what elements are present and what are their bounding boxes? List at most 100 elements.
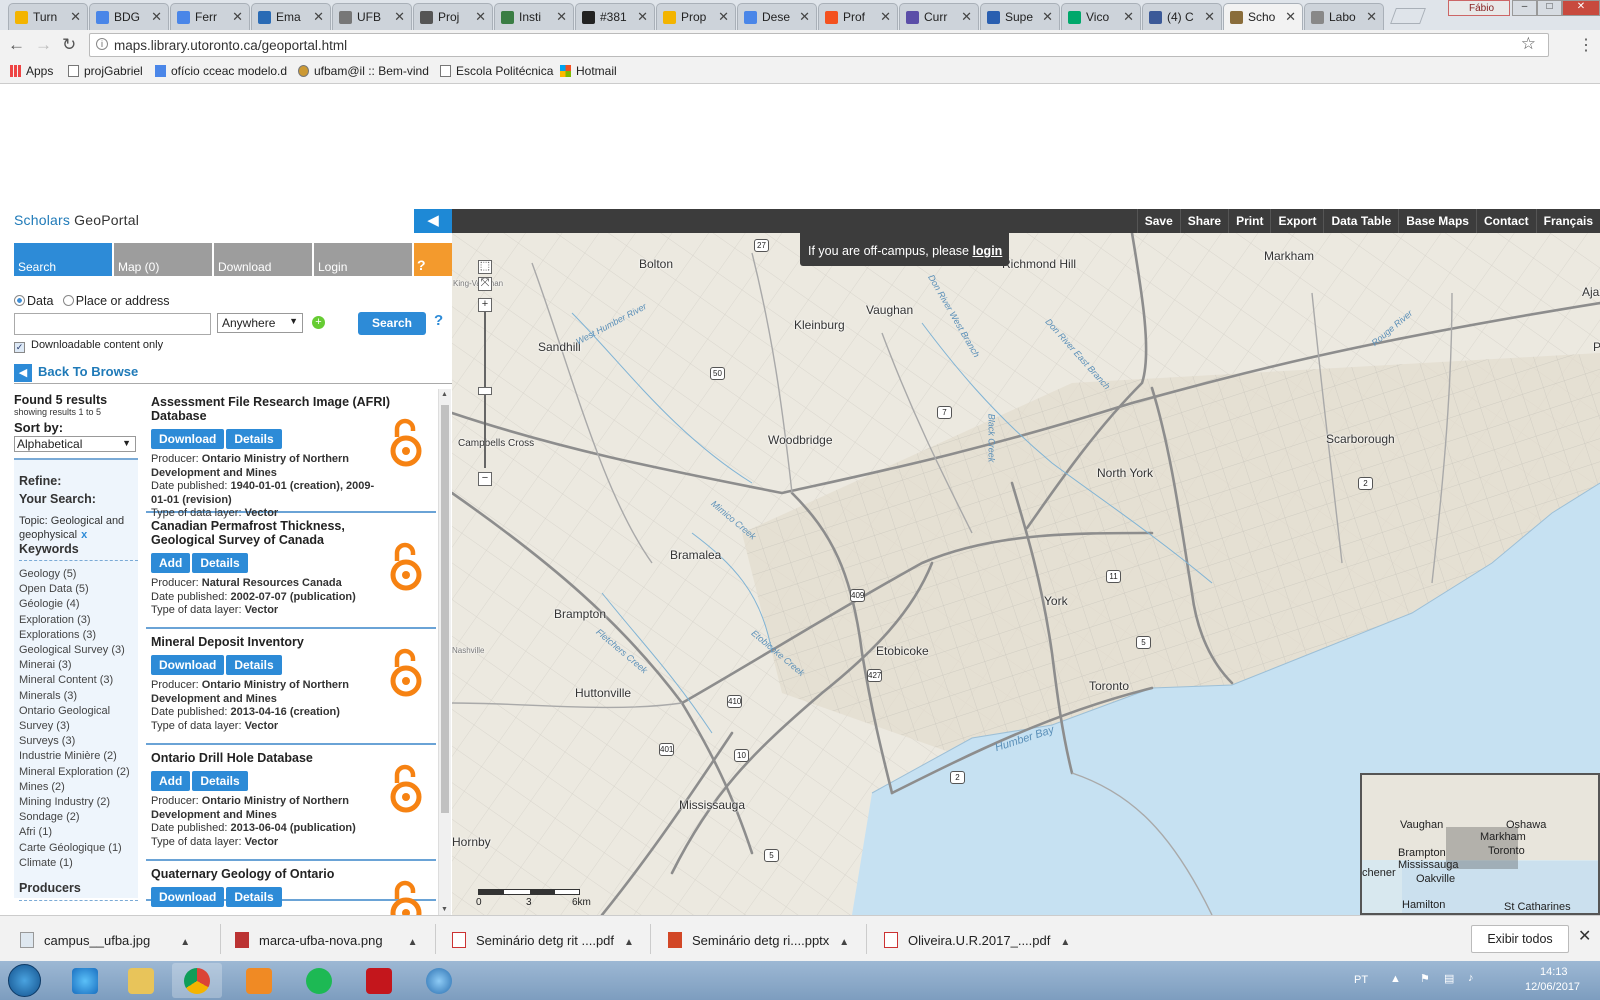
- offcampus-login-link[interactable]: login: [972, 244, 1002, 258]
- back-icon[interactable]: ←: [8, 35, 25, 55]
- tray-arrow-icon[interactable]: ▲: [1390, 973, 1401, 985]
- scope-select[interactable]: Anywhere ▼: [217, 313, 303, 333]
- browser-tab[interactable]: Labo ✕: [1304, 3, 1384, 30]
- tab-search[interactable]: Search: [14, 243, 112, 276]
- keyword-filter-link[interactable]: Carte Géologique (1): [19, 841, 138, 856]
- bookmark-hotmail[interactable]: Hotmail: [560, 64, 617, 78]
- top-menu-print[interactable]: Print: [1228, 209, 1270, 233]
- radio-place[interactable]: [62, 295, 74, 306]
- keyword-filter-link[interactable]: Minerai (3): [19, 658, 138, 673]
- result-primary-button[interactable]: Add: [151, 553, 191, 573]
- radio-data[interactable]: [14, 295, 25, 306]
- download-item[interactable]: Seminário detg rit ....pdf ▲: [452, 932, 634, 948]
- bookmark-oficio[interactable]: ofício cceac modelo.d: [155, 64, 287, 78]
- top-menu-contact[interactable]: Contact: [1475, 209, 1536, 233]
- address-bar[interactable]: i maps.library.utoronto.ca/geoportal.htm…: [89, 33, 1549, 57]
- close-tab-icon[interactable]: ✕: [1123, 9, 1134, 25]
- scholars-geoportal-logo[interactable]: Scholars GeoPortal: [14, 212, 139, 228]
- spotify-icon[interactable]: [294, 963, 344, 998]
- media-player-icon[interactable]: [234, 963, 284, 998]
- checkbox-icon[interactable]: ✓: [14, 342, 25, 353]
- browser-tab[interactable]: Turn ✕: [8, 3, 88, 30]
- close-tab-icon[interactable]: ✕: [1366, 9, 1377, 25]
- top-menu-data-table[interactable]: Data Table: [1323, 209, 1398, 233]
- keyword-filter-link[interactable]: Sondage (2): [19, 810, 138, 825]
- scroll-thumb[interactable]: [441, 405, 449, 813]
- overview-map[interactable]: Vaughan Oshawa Markham Toronto Brampton Missi…: [1360, 773, 1600, 915]
- browser-tab[interactable]: Supe ✕: [980, 3, 1060, 30]
- keyword-filter-link[interactable]: Industrie Minière (2): [19, 749, 138, 764]
- language-indicator[interactable]: PT: [1354, 974, 1368, 986]
- keyword-filter-link[interactable]: Climate (1): [19, 856, 138, 871]
- zoom-out-button[interactable]: −: [478, 472, 492, 486]
- result-primary-button[interactable]: Download: [151, 887, 225, 907]
- minimize-button[interactable]: –: [1512, 0, 1537, 16]
- result-primary-button[interactable]: Add: [151, 771, 191, 791]
- browser-tab[interactable]: Scho ✕: [1223, 3, 1303, 30]
- volume-icon[interactable]: ♪: [1468, 972, 1474, 984]
- close-tab-icon[interactable]: ✕: [556, 9, 567, 25]
- result-details-button[interactable]: Details: [226, 887, 282, 907]
- window-close-button[interactable]: ✕: [1562, 0, 1600, 16]
- top-menu-fran-ais[interactable]: Français: [1535, 209, 1600, 233]
- tab-download[interactable]: Download: [214, 243, 312, 276]
- scroll-down-icon[interactable]: ▼: [441, 906, 448, 913]
- chevron-up-icon[interactable]: ▲: [839, 937, 849, 948]
- browser-tab[interactable]: #381 ✕: [575, 3, 655, 30]
- keyword-filter-link[interactable]: Ontario Geological: [19, 704, 138, 719]
- close-tab-icon[interactable]: ✕: [1204, 9, 1215, 25]
- download-item[interactable]: Seminário detg ri....pptx ▲: [668, 932, 849, 948]
- zoom-slider-handle[interactable]: [478, 387, 492, 395]
- keyword-filter-link[interactable]: Afri (1): [19, 825, 138, 840]
- forward-icon[interactable]: →: [35, 35, 52, 55]
- maximize-button[interactable]: □: [1537, 0, 1562, 16]
- keyword-filter-link[interactable]: Exploration (3): [19, 613, 138, 628]
- help-tab[interactable]: ?: [414, 243, 452, 276]
- keyword-filter-link[interactable]: Mineral Exploration (2): [19, 765, 138, 780]
- close-downloads-icon[interactable]: ✕: [1578, 926, 1591, 946]
- browser-tab[interactable]: UFB ✕: [332, 3, 412, 30]
- tab-login[interactable]: Login: [314, 243, 412, 276]
- keyword-filter-link[interactable]: Survey (3): [19, 719, 138, 734]
- zoom-box-icon[interactable]: ⬚: [478, 260, 492, 274]
- browser-tab[interactable]: Ferr ✕: [170, 3, 250, 30]
- chevron-up-icon[interactable]: ▲: [408, 937, 418, 948]
- bookmark-escola[interactable]: Escola Politécnica: [440, 64, 553, 78]
- search-input[interactable]: [14, 313, 211, 335]
- chrome-icon[interactable]: [172, 963, 222, 998]
- keyword-filter-link[interactable]: Minerals (3): [19, 689, 138, 704]
- back-to-browse[interactable]: ◀ Back To Browse: [14, 362, 452, 384]
- result-title[interactable]: Mineral Deposit Inventory: [151, 635, 391, 649]
- profile-button[interactable]: Fábio: [1448, 0, 1510, 16]
- new-tab-button[interactable]: [1390, 8, 1426, 24]
- download-item[interactable]: Oliveira.U.R.2017_....pdf ▲: [884, 932, 1070, 948]
- keyword-filter-link[interactable]: Explorations (3): [19, 628, 138, 643]
- top-menu-base-maps[interactable]: Base Maps: [1398, 209, 1476, 233]
- close-tab-icon[interactable]: ✕: [1042, 9, 1053, 25]
- top-menu-save[interactable]: Save: [1136, 209, 1180, 233]
- keyword-filter-link[interactable]: Mineral Content (3): [19, 673, 138, 688]
- result-title[interactable]: Assessment File Research Image (AFRI) Da…: [151, 395, 391, 423]
- chevron-up-icon[interactable]: ▲: [180, 937, 190, 948]
- results-scrollbar[interactable]: ▲ ▼: [438, 389, 451, 915]
- clock-time[interactable]: 14:13: [1540, 966, 1568, 978]
- result-details-button[interactable]: Details: [226, 655, 282, 675]
- collapse-panel-button[interactable]: ◀: [414, 209, 452, 233]
- result-title[interactable]: Ontario Drill Hole Database: [151, 751, 391, 765]
- windows-start-icon[interactable]: [8, 964, 41, 997]
- acrobat-icon[interactable]: [354, 963, 404, 998]
- result-details-button[interactable]: Details: [226, 429, 282, 449]
- browser-tab[interactable]: (4) C ✕: [1142, 3, 1222, 30]
- result-title[interactable]: Quaternary Geology of Ontario: [151, 867, 391, 881]
- bookmark-apps[interactable]: Apps: [10, 64, 53, 78]
- clock-date[interactable]: 12/06/2017: [1525, 981, 1580, 993]
- result-details-button[interactable]: Details: [192, 553, 248, 573]
- chevron-left-icon[interactable]: ◀: [14, 364, 32, 382]
- top-menu-export[interactable]: Export: [1270, 209, 1323, 233]
- close-tab-icon[interactable]: ✕: [394, 9, 405, 25]
- close-tab-icon[interactable]: ✕: [718, 9, 729, 25]
- keyword-filter-link[interactable]: Geological Survey (3): [19, 643, 138, 658]
- keyword-filter-link[interactable]: Mines (2): [19, 780, 138, 795]
- keyword-filter-link[interactable]: Mining Industry (2): [19, 795, 138, 810]
- top-menu-share[interactable]: Share: [1179, 209, 1228, 233]
